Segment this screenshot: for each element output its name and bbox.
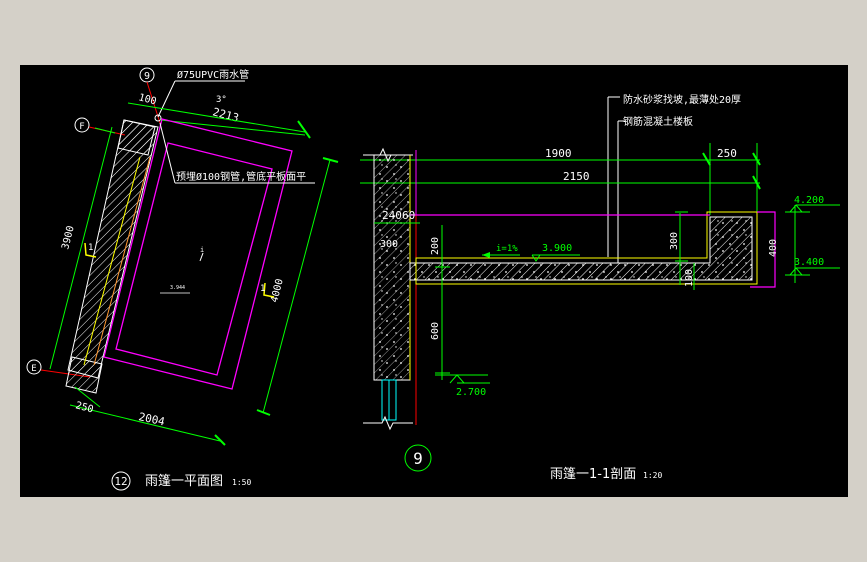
section-scale: 1:20 bbox=[643, 471, 662, 480]
pipe-label: Ø75UPVC雨水管 bbox=[177, 68, 249, 81]
section-dim-600: 600 bbox=[430, 322, 441, 340]
plan-title-number: 12 bbox=[114, 475, 127, 488]
embed-note: 预埋Ø100钢管,管底平板面平 bbox=[176, 170, 306, 183]
plan-dim-4000: 4000 bbox=[269, 278, 286, 304]
section-wall-hatch bbox=[374, 155, 410, 380]
plan-title: 雨篷一平面图 bbox=[145, 474, 223, 489]
cad-drawing-canvas[interactable]: 9 Ø75UPVC雨水管 100 2213 3° F E 预埋Ø100钢管,管底… bbox=[20, 65, 848, 497]
plan-dim-tick bbox=[297, 120, 311, 139]
section-dim-240: 240 bbox=[382, 209, 402, 222]
section-level-2700: 2.700 bbox=[456, 387, 486, 398]
drawing-svg: 9 Ø75UPVC雨水管 100 2213 3° F E 预埋Ø100钢管,管底… bbox=[26, 67, 840, 491]
section-dim-300-left: 300 bbox=[380, 239, 398, 250]
plan-view: 9 Ø75UPVC雨水管 100 2213 3° F E 预埋Ø100钢管,管底… bbox=[26, 67, 339, 491]
plan-grid-e-label: E bbox=[31, 364, 36, 374]
plan-angle: 3° bbox=[216, 95, 227, 105]
plan-column-top bbox=[117, 119, 156, 156]
plan-section-1-right: 1 bbox=[260, 284, 265, 294]
break-line-bottom bbox=[363, 415, 413, 431]
plan-dim-250: 250 bbox=[74, 400, 94, 415]
embed-leader bbox=[159, 122, 176, 184]
plan-slope-mark: i bbox=[200, 246, 204, 254]
plan-dim-2213: 2213 bbox=[211, 105, 240, 124]
dim-tick-a bbox=[702, 152, 711, 166]
slope-arrowhead bbox=[482, 252, 490, 258]
section-dim-100: 100 bbox=[684, 269, 695, 287]
plan-column-bottom bbox=[65, 356, 103, 394]
section-level-3900: 3.900 bbox=[542, 243, 572, 254]
section-title: 雨篷一1-1剖面 bbox=[550, 467, 636, 482]
section-slope: i=1% bbox=[496, 244, 518, 254]
plan-wall-hatch bbox=[67, 119, 159, 379]
plan-section-1-left: 1 bbox=[88, 243, 93, 253]
section-view: 防水砂浆找坡,最薄处20厚 钢筋混凝土楼板 1900 250 2150 240 bbox=[360, 93, 840, 482]
section-note-2: 钢筋混凝土楼板 bbox=[623, 115, 693, 128]
plan-grid-f-label: F bbox=[79, 122, 84, 132]
pipe-leader-line bbox=[157, 80, 176, 118]
section-grid-9-label: 9 bbox=[413, 449, 423, 468]
plan-dim-2004: 2004 bbox=[137, 410, 166, 428]
section-slab-dots bbox=[410, 217, 752, 280]
plan-scale: 1:50 bbox=[232, 478, 251, 487]
plan-dim-right-tick bbox=[322, 157, 339, 163]
plan-dim-3900: 3900 bbox=[60, 225, 77, 251]
section-level-4200: 4.200 bbox=[794, 195, 824, 206]
level-mark-4200 bbox=[789, 204, 803, 213]
section-dim-400: 400 bbox=[768, 239, 779, 257]
plan-slope-arrow bbox=[199, 252, 204, 262]
plan-grid-9-label: 9 bbox=[144, 71, 150, 82]
section-dim-1900: 1900 bbox=[545, 147, 572, 160]
level-mark-2700 bbox=[449, 374, 465, 384]
section-dim-250: 250 bbox=[717, 147, 737, 160]
section-note-1: 防水砂浆找坡,最薄处20厚 bbox=[623, 93, 741, 106]
level-mark-3400 bbox=[789, 267, 803, 276]
section-level-3400: 3.400 bbox=[794, 257, 824, 268]
section-dim-200: 200 bbox=[430, 237, 441, 255]
plan-level-small: 3.944 bbox=[170, 285, 185, 291]
section-dim-60: 60 bbox=[402, 209, 415, 222]
section-dim-2150: 2150 bbox=[563, 170, 590, 183]
section-dim-300: 300 bbox=[669, 232, 680, 250]
